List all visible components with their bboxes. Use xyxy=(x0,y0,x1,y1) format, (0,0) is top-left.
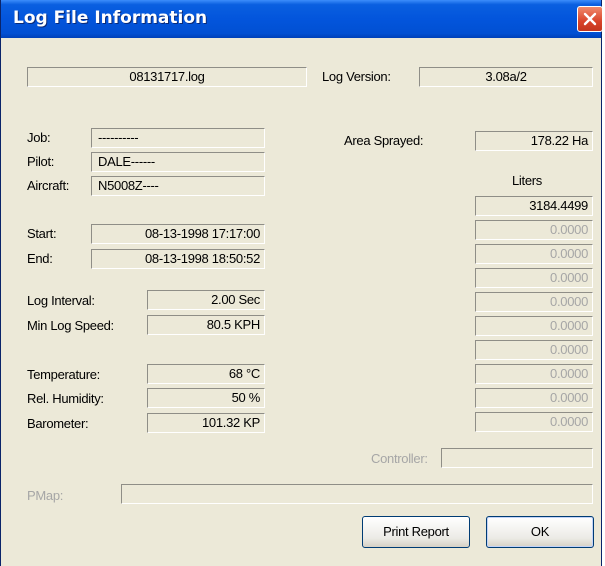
log-interval-field: 2.00 Sec xyxy=(147,290,265,310)
log-file-information-dialog: Log File Information 08131717.log Log Ve… xyxy=(0,0,603,566)
liters-value: 0.0000 xyxy=(475,364,593,384)
temperature-label: Temperature: xyxy=(27,367,100,382)
log-interval-label: Log Interval: xyxy=(27,293,95,308)
log-version-field: 3.08a/2 xyxy=(419,67,593,87)
window-title: Log File Information xyxy=(13,8,208,28)
end-field: 08-13-1998 18:50:52 xyxy=(91,249,265,269)
min-log-speed-field: 80.5 KPH xyxy=(147,315,265,335)
pmap-field xyxy=(121,484,593,504)
ok-button[interactable]: OK xyxy=(486,516,594,548)
liters-value: 3184.4499 xyxy=(475,196,593,216)
pmap-label: PMap: xyxy=(27,488,64,503)
job-label: Job: xyxy=(27,130,51,145)
close-icon xyxy=(583,12,597,26)
humidity-label: Rel. Humidity: xyxy=(27,391,104,406)
humidity-field: 50 % xyxy=(147,388,265,408)
controller-field xyxy=(441,448,593,468)
close-button[interactable] xyxy=(577,6,603,32)
print-report-button[interactable]: Print Report xyxy=(362,516,470,548)
liters-value: 0.0000 xyxy=(475,412,593,432)
end-label: End: xyxy=(27,251,53,266)
area-sprayed-field: 178.22 Ha xyxy=(475,131,593,151)
pilot-field: DALE------ xyxy=(91,152,265,172)
temperature-field: 68 °C xyxy=(147,364,265,384)
liters-value: 0.0000 xyxy=(475,292,593,312)
start-field: 08-13-1998 17:17:00 xyxy=(91,224,265,244)
title-bar[interactable]: Log File Information xyxy=(1,0,603,38)
aircraft-field: N5008Z---- xyxy=(91,176,265,196)
liters-header: Liters xyxy=(512,173,542,188)
log-version-label: Log Version: xyxy=(322,69,391,84)
liters-value: 0.0000 xyxy=(475,220,593,240)
liters-value: 0.0000 xyxy=(475,244,593,264)
barometer-label: Barometer: xyxy=(27,416,89,431)
log-file-name-field: 08131717.log xyxy=(27,67,307,87)
controller-label: Controller: xyxy=(371,451,428,466)
area-sprayed-label: Area Sprayed: xyxy=(344,133,424,148)
aircraft-label: Aircraft: xyxy=(27,178,70,193)
start-label: Start: xyxy=(27,226,57,241)
barometer-field: 101.32 KP xyxy=(147,413,265,433)
liters-value: 0.0000 xyxy=(475,340,593,360)
liters-value: 0.0000 xyxy=(475,268,593,288)
min-log-speed-label: Min Log Speed: xyxy=(27,318,114,333)
liters-value: 0.0000 xyxy=(475,388,593,408)
liters-value: 0.0000 xyxy=(475,316,593,336)
pilot-label: Pilot: xyxy=(27,154,55,169)
job-field: ---------- xyxy=(91,128,265,148)
